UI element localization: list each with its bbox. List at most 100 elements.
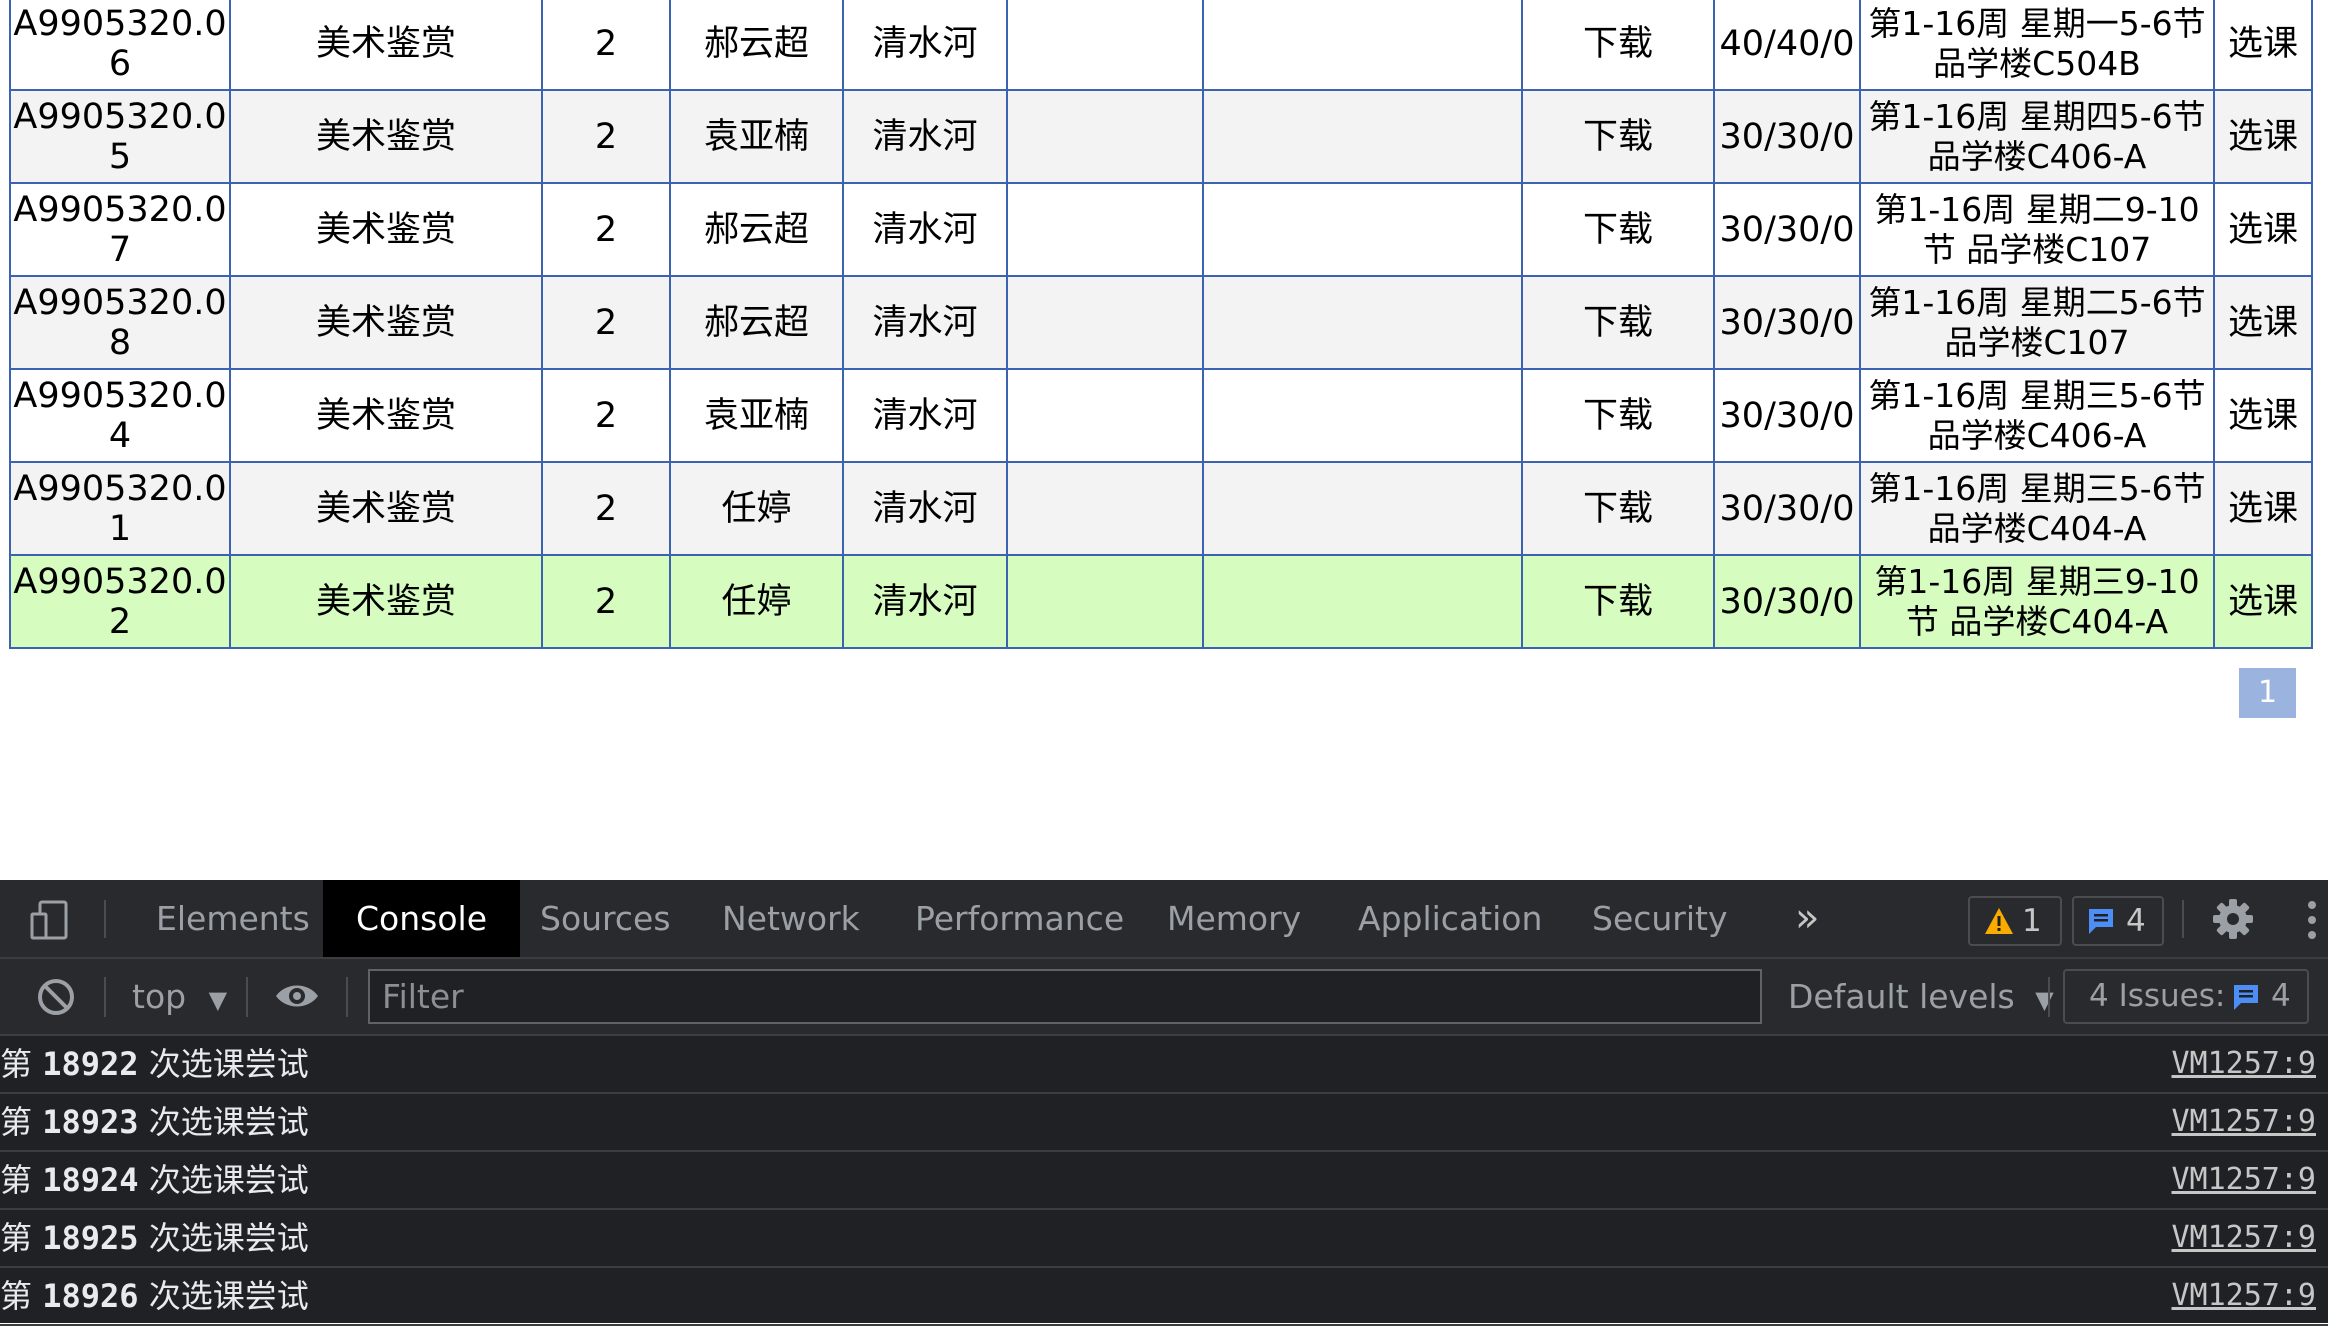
- tab-elements[interactable]: Elements: [156, 880, 310, 957]
- console-message: 第 18924 次选课尝试 VM1257:9: [0, 1152, 2328, 1210]
- course-name-link[interactable]: 美术鉴赏: [229, 554, 543, 649]
- course-row: A9905320.01 美术鉴赏 2 任婷 清水河 下载 30/30/0 第1-16周 星期三…: [9, 461, 2313, 556]
- select-course-link[interactable]: 选课: [2213, 368, 2313, 463]
- messages-badge[interactable]: 4: [2072, 896, 2164, 946]
- schedule-cell: 第1-16周 星期一5-6节 品学楼C504B: [1859, 0, 2215, 91]
- source-link[interactable]: VM1257:9: [2172, 1036, 2317, 1092]
- devtools-panel: Elements Console Sources Network Perform…: [0, 880, 2328, 1326]
- dropdown-arrow-icon: ▼: [2035, 986, 2054, 1014]
- empty-cell: [1202, 275, 1523, 370]
- empty-cell: [1202, 182, 1523, 277]
- double-chevron-right-icon[interactable]: »: [1795, 880, 1819, 957]
- more-options-icon[interactable]: [2306, 898, 2318, 946]
- settings-gear-icon[interactable]: [2210, 896, 2256, 946]
- download-link[interactable]: 下载: [1521, 0, 1715, 91]
- select-course-link[interactable]: 选课: [2213, 0, 2313, 91]
- message-icon: [2089, 909, 2113, 934]
- capacity-cell: 30/30/0: [1713, 554, 1861, 649]
- select-course-link[interactable]: 选课: [2213, 554, 2313, 649]
- teacher-link[interactable]: 袁亚楠: [669, 89, 844, 184]
- select-course-link[interactable]: 选课: [2213, 461, 2313, 556]
- select-course-link[interactable]: 选课: [2213, 275, 2313, 370]
- course-list-area: A9905320.06 美术鉴赏 2 郝云超 清水河 下载 40/40/0 第1-16周 星期…: [0, 0, 2328, 880]
- console-message-text: 第 18924 次选课尝试: [0, 1152, 309, 1208]
- empty-cell: [1202, 89, 1523, 184]
- select-course-link[interactable]: 选课: [2213, 89, 2313, 184]
- dropdown-arrow-icon: ▼: [208, 986, 228, 1014]
- course-name-link[interactable]: 美术鉴赏: [229, 275, 543, 370]
- issues-button[interactable]: 4 Issues: 4: [2063, 969, 2309, 1024]
- course-row: A9905320.06 美术鉴赏 2 郝云超 清水河 下载 40/40/0 第1-16周 星期…: [9, 0, 2313, 91]
- attempt-number: 18926: [42, 1277, 139, 1315]
- schedule-cell: 第1-16周 星期三9-10节 品学楼C404-A: [1859, 554, 2215, 649]
- tab-network[interactable]: Network: [722, 880, 860, 957]
- empty-cell: [1006, 0, 1204, 91]
- teacher-link[interactable]: 袁亚楠: [669, 368, 844, 463]
- credits-cell: 2: [541, 0, 671, 91]
- source-link[interactable]: VM1257:9: [2172, 1210, 2317, 1266]
- console-toolbar: top ▼ Filter Default levels ▼ 4 Issues:: [0, 959, 2328, 1036]
- credits-cell: 2: [541, 368, 671, 463]
- teacher-link[interactable]: 任婷: [669, 554, 844, 649]
- download-link[interactable]: 下载: [1521, 368, 1715, 463]
- console-message: 第 18922 次选课尝试 VM1257:9: [0, 1036, 2328, 1094]
- context-selector[interactable]: top ▼: [132, 959, 227, 1034]
- empty-cell: [1006, 368, 1204, 463]
- console-filter-input[interactable]: Filter: [368, 969, 1762, 1024]
- issues-count: 4: [2271, 978, 2291, 1014]
- credits-cell: 2: [541, 89, 671, 184]
- teacher-link[interactable]: 郝云超: [669, 182, 844, 277]
- select-course-link[interactable]: 选课: [2213, 182, 2313, 277]
- download-link[interactable]: 下载: [1521, 554, 1715, 649]
- empty-cell: [1202, 554, 1523, 649]
- course-code-cell: A9905320.01: [9, 461, 231, 556]
- device-toggle-icon[interactable]: [30, 898, 74, 946]
- schedule-cell: 第1-16周 星期四5-6节 品学楼C406-A: [1859, 89, 2215, 184]
- schedule-cell: 第1-16周 星期三5-6节 品学楼C406-A: [1859, 368, 2215, 463]
- console-message-text: 第 18926 次选课尝试: [0, 1268, 309, 1324]
- course-row: A9905320.05 美术鉴赏 2 袁亚楠 清水河 下载 30/30/0 第1-16周 星期…: [9, 89, 2313, 184]
- message-suffix: 次选课尝试: [138, 1103, 309, 1141]
- credits-cell: 2: [541, 461, 671, 556]
- teacher-link[interactable]: 郝云超: [669, 0, 844, 91]
- course-name-link[interactable]: 美术鉴赏: [229, 0, 543, 91]
- download-link[interactable]: 下载: [1521, 89, 1715, 184]
- course-name-link[interactable]: 美术鉴赏: [229, 89, 543, 184]
- teacher-link[interactable]: 任婷: [669, 461, 844, 556]
- download-link[interactable]: 下载: [1521, 275, 1715, 370]
- course-code-cell: A9905320.08: [9, 275, 231, 370]
- console-message: 第 18923 次选课尝试 VM1257:9: [0, 1094, 2328, 1152]
- log-levels-dropdown[interactable]: Default levels ▼: [1788, 959, 2054, 1034]
- tab-application[interactable]: Application: [1358, 880, 1542, 957]
- tab-sources[interactable]: Sources: [540, 880, 671, 957]
- course-name-link[interactable]: 美术鉴赏: [229, 368, 543, 463]
- course-name-link[interactable]: 美术鉴赏: [229, 182, 543, 277]
- credits-cell: 2: [541, 554, 671, 649]
- warning-icon: [1985, 908, 2013, 934]
- tab-memory[interactable]: Memory: [1167, 880, 1301, 957]
- issues-label: 4 Issues:: [2089, 978, 2226, 1014]
- pagination-page-1[interactable]: 1: [2239, 668, 2296, 718]
- message-count: 4: [2126, 903, 2146, 939]
- live-expression-eye-icon[interactable]: [274, 980, 320, 1016]
- download-link[interactable]: 下载: [1521, 461, 1715, 556]
- empty-cell: [1006, 89, 1204, 184]
- message-suffix: 次选课尝试: [138, 1045, 309, 1083]
- clear-console-icon[interactable]: [36, 977, 76, 1021]
- course-name-link[interactable]: 美术鉴赏: [229, 461, 543, 556]
- tab-performance[interactable]: Performance: [915, 880, 1124, 957]
- source-link[interactable]: VM1257:9: [2172, 1152, 2317, 1208]
- warning-count: 1: [2022, 903, 2042, 939]
- warnings-badge[interactable]: 1: [1968, 896, 2062, 946]
- console-message-text: 第 18923 次选课尝试: [0, 1094, 309, 1150]
- empty-cell: [1202, 0, 1523, 91]
- message-prefix: 第: [0, 1103, 43, 1141]
- tab-console[interactable]: Console: [323, 880, 521, 957]
- teacher-link[interactable]: 郝云超: [669, 275, 844, 370]
- source-link[interactable]: VM1257:9: [2172, 1268, 2317, 1324]
- campus-cell: 清水河: [842, 89, 1008, 184]
- course-table: A9905320.06 美术鉴赏 2 郝云超 清水河 下载 40/40/0 第1-16周 星期…: [9, 0, 2313, 649]
- source-link[interactable]: VM1257:9: [2172, 1094, 2317, 1150]
- download-link[interactable]: 下载: [1521, 182, 1715, 277]
- tab-security[interactable]: Security: [1592, 880, 1728, 957]
